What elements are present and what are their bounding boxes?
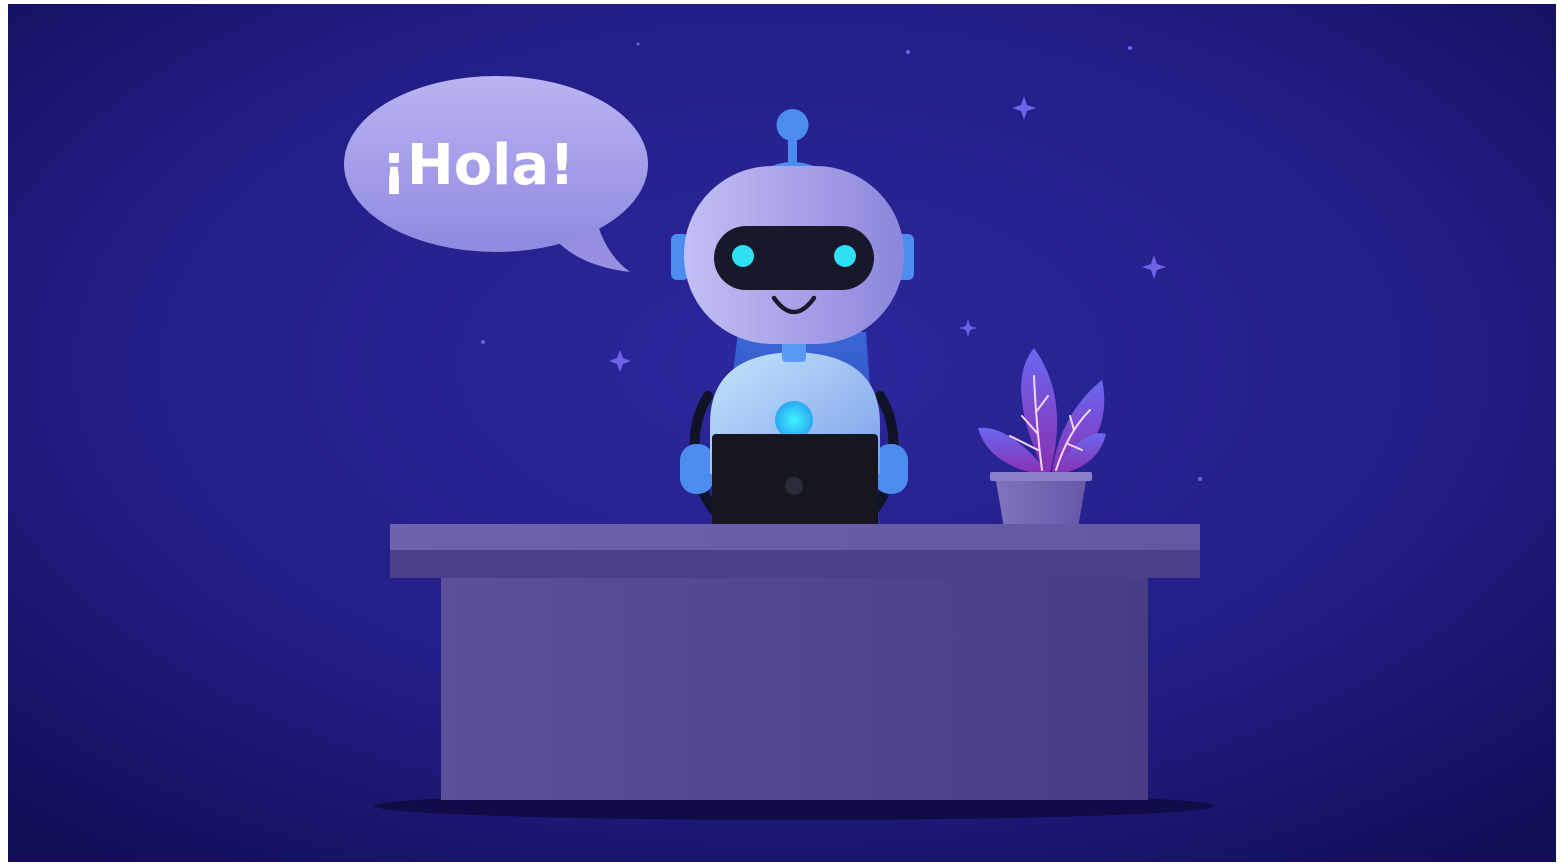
speech-bubble-text: ¡Hola! (381, 133, 574, 198)
desk (374, 524, 1214, 820)
robot-illustration: ¡Hola! (8, 4, 1556, 862)
laptop-icon (712, 434, 878, 530)
robot-eye-right (834, 245, 856, 267)
illustration-frame: ¡Hola! (8, 4, 1556, 862)
robot-eye-left (732, 245, 754, 267)
chest-light (775, 401, 813, 439)
